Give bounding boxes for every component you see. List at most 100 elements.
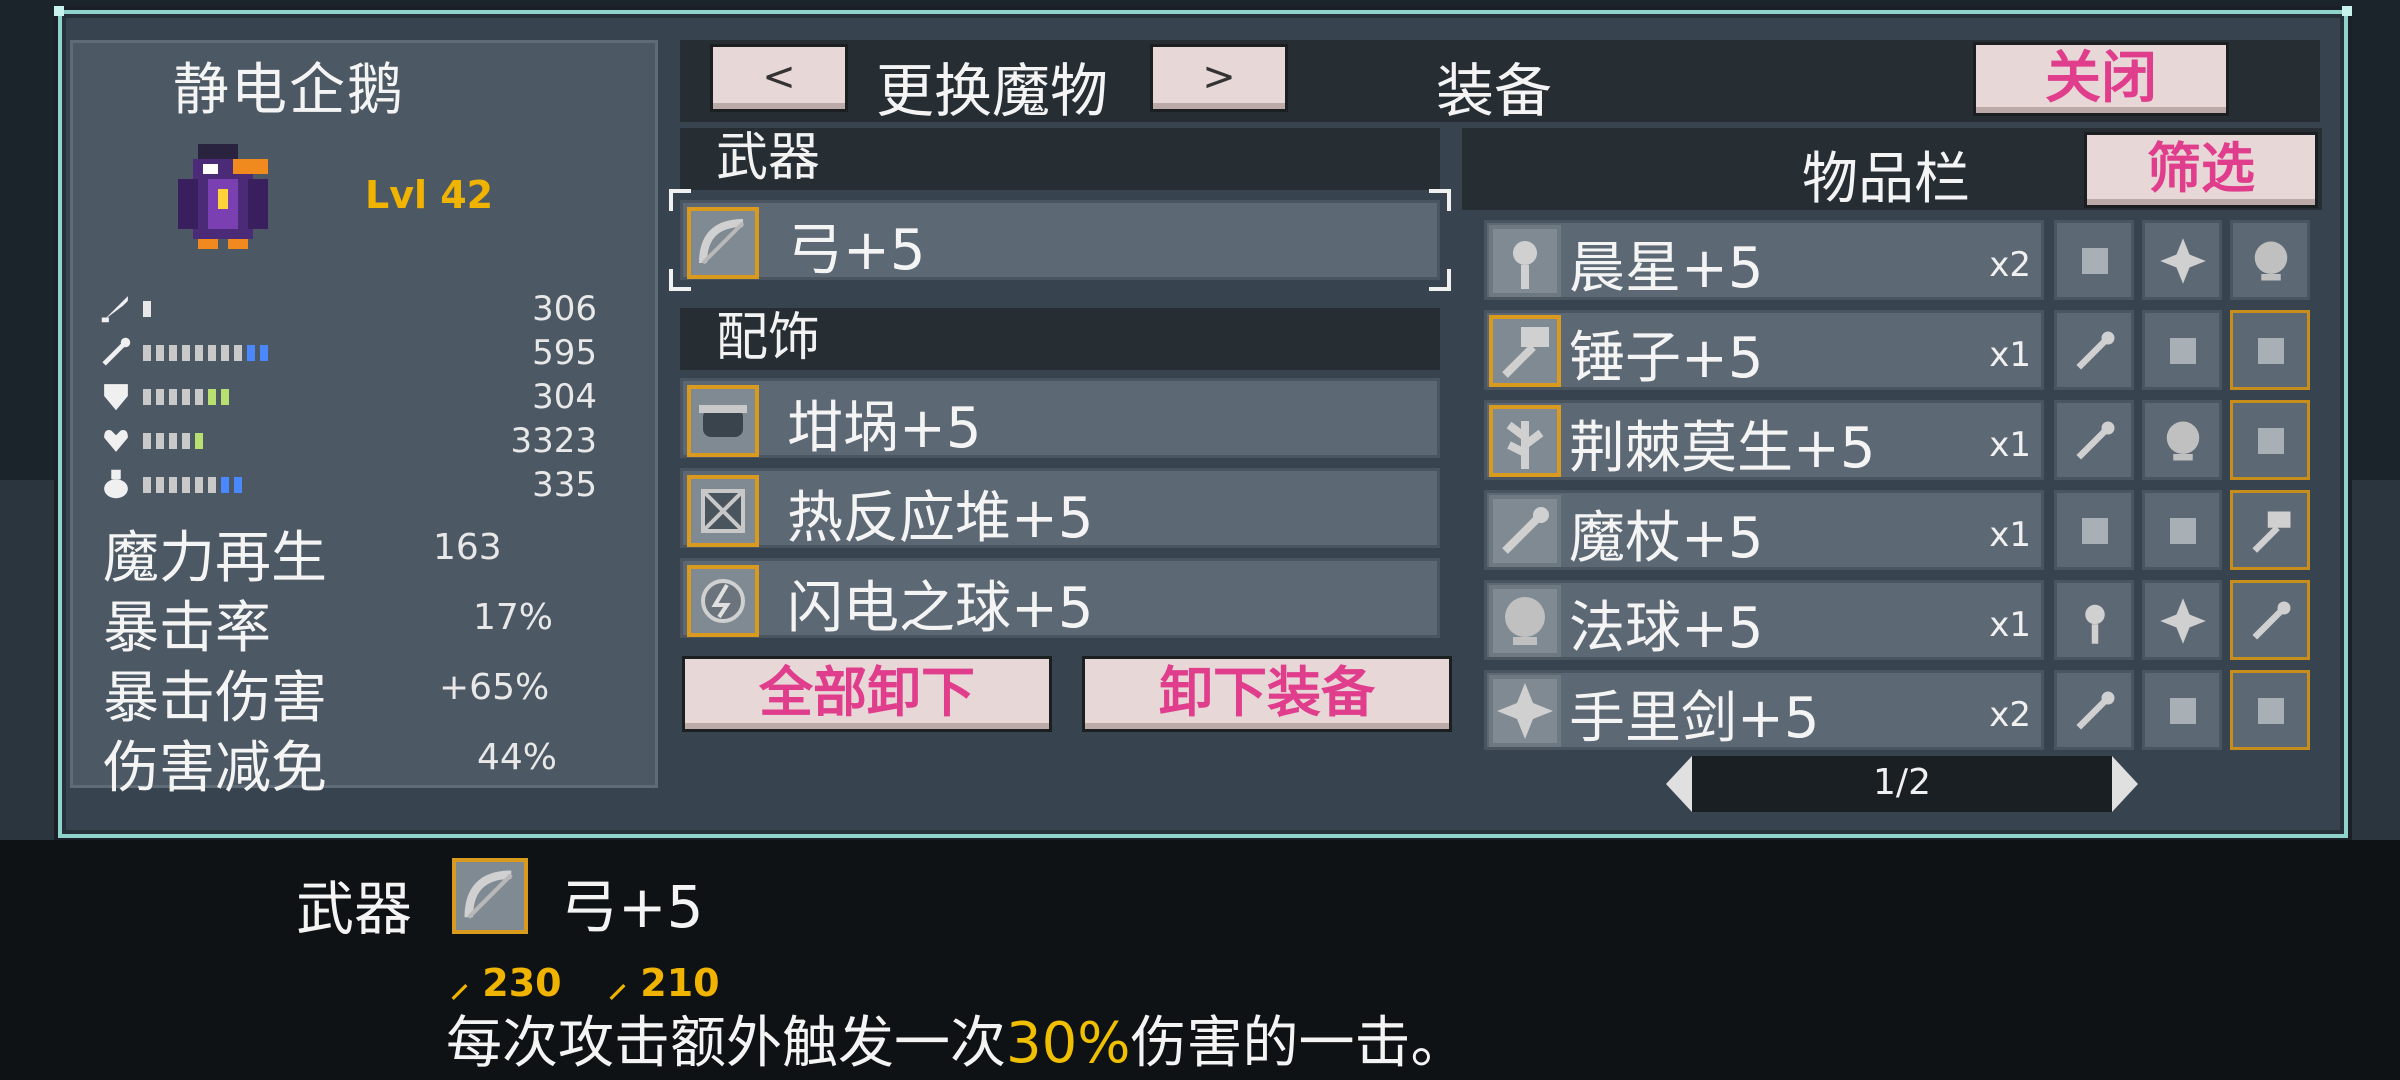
monster-stats-card: 静电企鹅 Lvl 42 306 595 304 3323 335 魔力再生 163 暴击… [70,40,658,801]
filter-button[interactable]: 筛选 [2084,132,2318,208]
unequip-button[interactable]: 卸下装备 [1082,656,1452,732]
frame-corner [2342,6,2352,16]
stat-value: 163 [433,527,502,568]
inventory-item-row[interactable]: 荆棘莫生+5 x1 [1484,400,2044,481]
desc-highlight: 30% [1006,1011,1131,1076]
potion-icon [104,469,128,499]
stat-value: 595 [532,333,597,373]
stat-label: 暴击率 [103,596,271,661]
monster-name: 静电企鹅 [173,58,405,123]
stat-bar [143,477,242,493]
stat-value: +65% [439,667,550,708]
info-item-name: 弓+5 [560,873,704,941]
stat-value: 304 [532,377,597,417]
inventory-item-row[interactable]: 法球+5 x1 [1484,580,2044,661]
wand-icon [1489,495,1561,567]
stat-label: 伤害减免 [103,736,327,801]
item-quantity: x1 [1989,605,2031,645]
gauntlet-icon[interactable] [2054,220,2134,300]
stat-bar [143,389,229,405]
item-name: 魔杖+5 [1569,506,1764,571]
hammer-icon [1489,315,1561,387]
shuriken-icon[interactable] [2142,580,2222,660]
heart-icon [104,430,128,452]
inventory-item-row[interactable]: 锤子+5 x1 [1484,310,2044,391]
inventory-item-row[interactable]: 晨星+5 x2 [1484,220,2044,301]
stat-bar-row: 335 [97,463,637,505]
shield-icon [104,384,128,411]
unequip-all-button[interactable]: 全部卸下 [682,656,1052,732]
inventory-item-row[interactable]: 手里剑+5 x2 [1484,670,2044,751]
orb-icon[interactable] [2142,400,2222,480]
accessory-slot-row[interactable]: 坩埚+5 [680,378,1440,461]
prev-monster-button[interactable]: < [710,44,848,112]
stat-damage-reduction: 伤害减免 44% [103,723,663,801]
sword-icon[interactable] [2230,400,2310,480]
inventory-pager: 1/2 [1666,756,2138,812]
frame-corner [54,6,64,16]
hammer-icon[interactable] [2230,490,2310,570]
accessory-slot-row[interactable]: 热反应堆+5 [680,468,1440,551]
inventory-item-row[interactable]: 魔杖+5 x1 [1484,490,2044,571]
stat-value: 3323 [510,421,597,461]
bow-icon [452,858,528,934]
desc-text: 伤害的一击。 [1130,1011,1467,1076]
item-quantity: x2 [1989,695,2031,735]
wand-icon[interactable] [2230,580,2310,660]
sword-icon[interactable] [2230,310,2310,390]
inventory-header: 物品栏 筛选 [1462,128,2322,212]
accessory-slot-row[interactable]: 闪电之球+5 [680,558,1440,641]
selection-corner [1429,269,1451,291]
lightning-orb-icon [687,565,759,637]
weapon-header: 武器 [680,128,1440,190]
item-name: 荆棘莫生+5 [1569,416,1876,481]
selection-corner [1429,189,1451,211]
stat-bar-row: 306 [97,287,637,329]
wand-icon[interactable] [2054,670,2134,750]
wand-icon[interactable] [2054,400,2134,480]
close-button[interactable]: 关闭 [1973,42,2229,116]
info-description: 每次攻击额外触发一次30%伤害的一击。 [446,998,1466,1079]
selection-corner [669,269,691,291]
item-name: 锤子+5 [1569,326,1764,391]
stat-bar [143,345,268,361]
morningstar-icon [1489,225,1561,297]
next-monster-button[interactable]: > [1150,44,1288,112]
prev-page-arrow-icon[interactable] [1666,756,1692,812]
stat-value: 17% [473,597,554,638]
info-category: 武器 [296,875,413,943]
item-quantity: x1 [1989,335,2031,375]
gauntlet-icon[interactable] [2142,490,2222,570]
claw-icon[interactable] [2142,670,2222,750]
penguin-sprite-icon [178,144,268,249]
accessory-name: 坩埚+5 [787,396,982,461]
monster-level: Lvl 42 [365,173,494,217]
equipment-tab-title: 装备 [1436,57,1553,125]
stat-label: 魔力再生 [103,526,327,591]
stat-bar [143,301,151,317]
stat-crit-rate: 暴击率 17% [103,583,663,661]
accessory-name: 热反应堆+5 [787,486,1094,551]
item-quantity: x1 [1989,515,2031,555]
next-page-arrow-icon[interactable] [2112,756,2138,812]
thorn-icon [1489,405,1561,477]
dagger-icon[interactable] [2230,670,2310,750]
stat-bar-row: 595 [97,331,637,373]
wand-icon[interactable] [2054,310,2134,390]
orb-icon[interactable] [2230,220,2310,300]
wand-icon [102,337,131,366]
gauntlet-icon[interactable] [2142,310,2222,390]
morningstar-icon[interactable] [2054,580,2134,660]
item-name: 手里剑+5 [1569,686,1820,751]
item-name: 法球+5 [1569,596,1764,661]
shuriken-icon [1489,675,1561,747]
sword-icon [101,296,128,323]
inventory-title: 物品栏 [1802,147,1970,212]
weapon-slot-row[interactable]: 弓+5 [669,189,1451,291]
background-left [0,480,58,840]
stat-label: 暴击伤害 [103,666,327,731]
shuriken-icon[interactable] [2142,220,2222,300]
glove-icon[interactable] [2054,490,2134,570]
stat-bar [143,433,203,449]
change-monster-title: 更换魔物 [876,57,1109,125]
